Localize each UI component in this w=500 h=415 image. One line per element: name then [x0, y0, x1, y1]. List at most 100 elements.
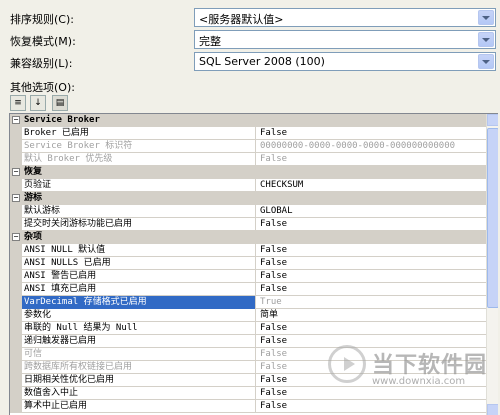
collapse-icon[interactable]: −	[12, 116, 20, 124]
compat-level-row: 兼容级别(L): SQL Server 2008 (100)	[0, 52, 500, 72]
property-name: 串联的 Null 结果为 Null	[24, 323, 138, 333]
property-name: 页验证	[24, 180, 52, 190]
column-divider	[255, 374, 256, 387]
property-row[interactable]: 提交时关闭游标功能已启用 False	[10, 218, 498, 231]
recovery-model-label: 恢复模式(M):	[10, 35, 76, 48]
row-gutter	[10, 218, 22, 231]
property-value[interactable]: False	[260, 153, 287, 165]
property-name: ANSI NULLS 已启用	[24, 258, 111, 268]
column-divider	[255, 322, 256, 335]
collapse-icon[interactable]: −	[12, 168, 20, 176]
property-row[interactable]: 串联的 Null 结果为 Null False	[10, 322, 498, 335]
property-value[interactable]: False	[260, 335, 287, 347]
column-divider	[255, 335, 256, 348]
property-name: 提交时关闭游标功能已启用	[24, 219, 133, 229]
property-value[interactable]: False	[260, 283, 287, 295]
dropdown-arrow-icon[interactable]	[478, 10, 494, 25]
property-value[interactable]: False	[260, 348, 287, 360]
watermark-title: 当下软件园	[372, 353, 488, 378]
dropdown-arrow-icon[interactable]	[478, 32, 494, 47]
compat-level-label: 兼容级别(L):	[10, 57, 73, 70]
category-row[interactable]: − Service Broker	[10, 114, 498, 127]
property-row[interactable]: Service Broker 标识符 00000000-0000-0000-000…	[10, 140, 498, 153]
property-row[interactable]: ANSI 填充已启用 False	[10, 283, 498, 296]
property-value[interactable]: False	[260, 374, 287, 386]
collation-row: 排序规则(C): <服务器默认值>	[0, 8, 500, 28]
row-gutter	[10, 140, 22, 153]
property-value[interactable]: False	[260, 244, 287, 256]
scroll-thumb[interactable]	[487, 128, 498, 308]
property-row[interactable]: 参数化 简单	[10, 309, 498, 322]
compat-level-value: SQL Server 2008 (100)	[199, 55, 325, 68]
row-gutter	[10, 400, 22, 413]
column-divider	[255, 400, 256, 413]
property-value[interactable]: False	[260, 400, 287, 412]
category-row[interactable]: − 恢复	[10, 166, 498, 179]
property-row[interactable]: Broker 已启用 False	[10, 127, 498, 140]
property-value[interactable]: False	[260, 257, 287, 269]
property-row[interactable]: ANSI NULL 默认值 False	[10, 244, 498, 257]
row-gutter	[10, 387, 22, 400]
property-row[interactable]: VarDecimal 存储格式已启用 True	[10, 296, 498, 309]
property-value[interactable]: True	[260, 296, 282, 308]
property-name: 默认游标	[24, 206, 61, 216]
scroll-up-button[interactable]	[487, 114, 498, 126]
watermark-url: www.downxia.com	[372, 376, 466, 387]
property-value[interactable]: False	[260, 218, 287, 230]
recovery-model-row: 恢复模式(M): 完整	[0, 30, 500, 50]
property-row[interactable]: 页验证 CHECKSUM	[10, 179, 498, 192]
property-value[interactable]: False	[260, 361, 287, 373]
property-name: 跨数据库所有权链接已启用	[24, 362, 133, 372]
column-divider	[255, 348, 256, 361]
property-name: 可信	[24, 349, 43, 359]
property-pages-icon[interactable]: ▤	[52, 95, 68, 111]
property-value[interactable]: False	[260, 322, 287, 334]
property-value[interactable]: GLOBAL	[260, 205, 293, 217]
property-row[interactable]: 默认游标 GLOBAL	[10, 205, 498, 218]
property-name: 递归触发器已启用	[24, 336, 97, 346]
row-gutter	[10, 296, 22, 309]
property-row[interactable]: ANSI 警告已启用 False	[10, 270, 498, 283]
category-row[interactable]: − 游标	[10, 192, 498, 205]
column-divider	[255, 361, 256, 374]
dropdown-arrow-icon[interactable]	[478, 54, 494, 69]
collation-combo[interactable]: <服务器默认值>	[194, 8, 496, 27]
column-divider	[255, 153, 256, 166]
property-value[interactable]: False	[260, 270, 287, 282]
category-name: 游标	[24, 193, 43, 203]
row-gutter	[10, 361, 22, 374]
column-divider	[255, 140, 256, 153]
property-name: 日期相关性优化已启用	[24, 375, 115, 385]
play-logo-icon	[328, 345, 366, 383]
compat-level-combo[interactable]: SQL Server 2008 (100)	[194, 52, 496, 71]
column-divider	[255, 257, 256, 270]
scroll-down-button[interactable]	[487, 404, 498, 415]
property-value[interactable]: 00000000-0000-0000-0000-000000000000	[260, 140, 455, 152]
recovery-model-combo[interactable]: 完整	[194, 30, 496, 49]
property-name: 参数化	[24, 310, 52, 320]
collation-label: 排序规则(C):	[10, 13, 74, 26]
row-gutter	[10, 127, 22, 140]
row-gutter	[10, 348, 22, 361]
column-divider	[255, 127, 256, 140]
row-gutter	[10, 257, 22, 270]
collapse-icon[interactable]: −	[12, 194, 20, 202]
property-value[interactable]: False	[260, 387, 287, 399]
collapse-icon[interactable]: −	[12, 233, 20, 241]
property-name: Broker 已启用	[24, 128, 89, 138]
category-row[interactable]: − 杂项	[10, 231, 498, 244]
category-name: 杂项	[24, 232, 43, 242]
row-gutter	[10, 153, 22, 166]
property-value[interactable]: CHECKSUM	[260, 179, 303, 191]
property-name: 默认 Broker 优先级	[24, 154, 113, 164]
column-divider	[255, 270, 256, 283]
property-name: ANSI 填充已启用	[24, 284, 97, 294]
property-row[interactable]: ANSI NULLS 已启用 False	[10, 257, 498, 270]
categorized-icon[interactable]: ≡	[10, 95, 26, 111]
alphabetical-icon[interactable]: ↓	[30, 95, 46, 111]
property-value[interactable]: False	[260, 127, 287, 139]
row-gutter	[10, 179, 22, 192]
property-row[interactable]: 默认 Broker 优先级 False	[10, 153, 498, 166]
property-value[interactable]: 简单	[260, 309, 278, 321]
property-name: ANSI NULL 默认值	[24, 245, 106, 255]
